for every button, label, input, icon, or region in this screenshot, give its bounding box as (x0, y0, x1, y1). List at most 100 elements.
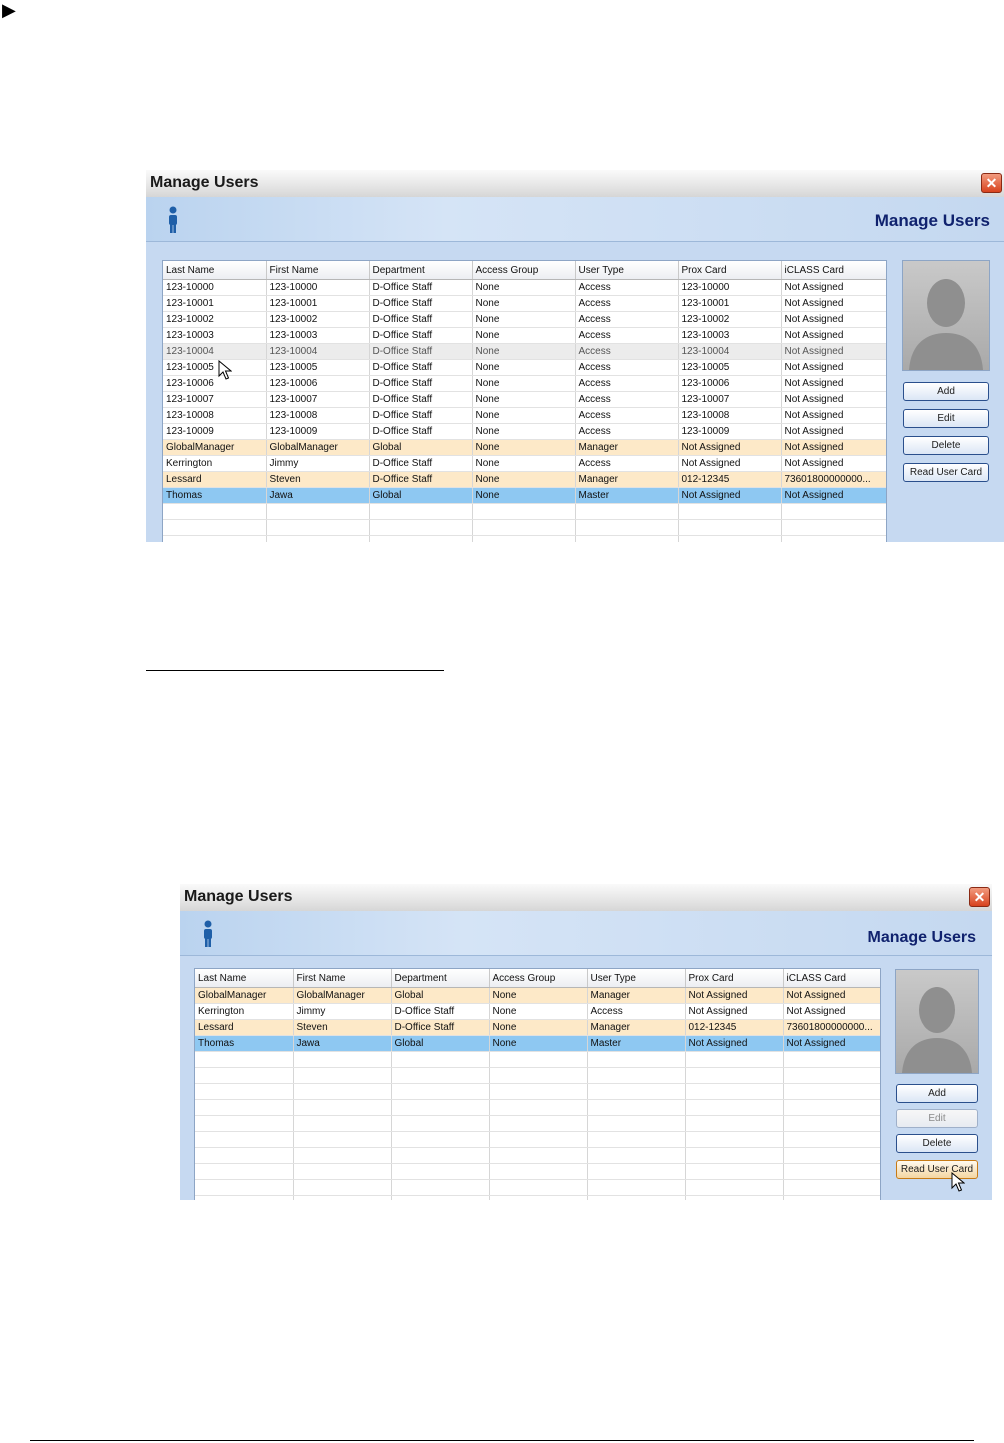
table-cell: 123-10005 (266, 359, 370, 376)
column-header[interactable]: Department (369, 261, 473, 280)
read-user-card-button[interactable]: Read User Card (896, 1160, 978, 1179)
read-user-card-button[interactable]: Read User Card (903, 463, 989, 482)
table-cell: None (472, 439, 576, 456)
table-cell (489, 1083, 588, 1100)
column-header[interactable]: Last Name (195, 969, 294, 988)
table-row[interactable]: 123-10003 123-10003 D-Office Staff None Acce… (163, 327, 886, 344)
users-table[interactable]: Last Name First Name Department Access Grou… (194, 968, 881, 1200)
table-cell: Not Assigned (781, 487, 886, 504)
table-cell (195, 1195, 294, 1200)
table-cell (391, 1163, 490, 1180)
table-row[interactable]: 123-10006 123-10006 D-Office Staff None Acce… (163, 375, 886, 392)
users-table[interactable]: Last Name First Name Department Access Grou… (162, 260, 887, 542)
table-row[interactable]: 123-10004 123-10004 D-Office Staff None Acce… (163, 343, 886, 360)
table-cell (587, 1115, 686, 1132)
table-cell (685, 1099, 784, 1116)
table-row[interactable]: 123-10009 123-10009 D-Office Staff None Acce… (163, 423, 886, 440)
table-row[interactable]: Kerrington Jimmy D-Office Staff None Access N… (195, 1003, 880, 1020)
table-cell: Access (575, 407, 679, 424)
window-title: Manage Users (150, 174, 259, 191)
table-cell: 123-10004 (266, 343, 370, 360)
edit-button[interactable]: Edit (896, 1109, 978, 1128)
table-cell: Access (575, 391, 679, 408)
table-cell (266, 519, 370, 536)
table-row[interactable]: 123-10001 123-10001 D-Office Staff None Acce… (163, 295, 886, 312)
table-cell (293, 1083, 392, 1100)
table-cell: Not Assigned (781, 295, 886, 312)
window-titlebar[interactable]: Manage Users ✕ (146, 170, 1004, 198)
close-button[interactable]: ✕ (981, 173, 1002, 193)
table-cell (163, 519, 267, 536)
table-cell (783, 1179, 880, 1196)
empty-row (195, 1163, 880, 1180)
table-cell: Not Assigned (781, 375, 886, 392)
column-header[interactable]: User Type (575, 261, 679, 280)
table-cell: Lessard (163, 471, 267, 488)
table-cell (293, 1115, 392, 1132)
footer-line (30, 1440, 974, 1441)
table-cell (489, 1067, 588, 1084)
column-header[interactable]: Department (391, 969, 490, 988)
table-cell: None (489, 1003, 588, 1020)
table-cell (783, 1163, 880, 1180)
table-cell (489, 1099, 588, 1116)
add-button[interactable]: Add (903, 382, 989, 401)
table-cell: Steven (293, 1019, 392, 1036)
column-header[interactable]: First Name (266, 261, 370, 280)
column-header[interactable]: Prox Card (678, 261, 782, 280)
delete-button[interactable]: Delete (903, 436, 989, 455)
column-header[interactable]: iCLASS Card (783, 969, 880, 988)
table-cell: 123-10007 (163, 391, 267, 408)
table-cell: GlobalManager (163, 439, 267, 456)
table-cell: 123-10008 (163, 407, 267, 424)
table-cell: 123-10008 (266, 407, 370, 424)
column-header[interactable]: Access Group (472, 261, 576, 280)
table-row[interactable]: 123-10008 123-10008 D-Office Staff None Acce… (163, 407, 886, 424)
table-cell: Not Assigned (678, 455, 782, 472)
table-row[interactable]: GlobalManager GlobalManager Global None Mana… (195, 987, 880, 1004)
table-row[interactable]: 123-10002 123-10002 D-Office Staff None Acce… (163, 311, 886, 328)
table-cell (587, 1195, 686, 1200)
close-button[interactable]: ✕ (969, 887, 990, 907)
table-cell: Not Assigned (783, 1003, 880, 1020)
table-row[interactable]: Lessard Steven D-Office Staff None Manager 01… (163, 471, 886, 488)
delete-button[interactable]: Delete (896, 1134, 978, 1153)
table-row[interactable]: Lessard Steven D-Office Staff None Manager 01… (195, 1019, 880, 1036)
table-cell: D-Office Staff (391, 1019, 490, 1036)
edit-button[interactable]: Edit (903, 409, 989, 428)
table-cell (195, 1083, 294, 1100)
table-row[interactable]: 123-10000 123-10000 D-Office Staff None Acce… (163, 279, 886, 296)
table-row[interactable]: Thomas Jawa Global None Master Not Assigned No… (163, 487, 886, 504)
table-cell: Jawa (293, 1035, 392, 1052)
column-header[interactable]: Access Group (489, 969, 588, 988)
table-row[interactable]: Thomas Jawa Global None Master Not Assigned No… (195, 1035, 880, 1052)
table-cell (489, 1179, 588, 1196)
column-header[interactable]: iCLASS Card (781, 261, 886, 280)
table-cell (391, 1099, 490, 1116)
table-cell (587, 1099, 686, 1116)
table-cell: None (489, 987, 588, 1004)
window-titlebar[interactable]: Manage Users ✕ (180, 884, 992, 912)
table-cell: Not Assigned (781, 311, 886, 328)
silhouette-icon (909, 279, 983, 370)
column-header[interactable]: User Type (587, 969, 686, 988)
table-cell (587, 1179, 686, 1196)
column-header[interactable]: First Name (293, 969, 392, 988)
table-cell (391, 1115, 490, 1132)
window-title: Manage Users (184, 888, 293, 905)
table-cell (489, 1115, 588, 1132)
column-header[interactable]: Last Name (163, 261, 267, 280)
column-header[interactable]: Prox Card (685, 969, 784, 988)
table-row[interactable]: 123-10007 123-10007 D-Office Staff None Acce… (163, 391, 886, 408)
table-cell (685, 1195, 784, 1200)
table-cell: Master (575, 487, 679, 504)
add-button[interactable]: Add (896, 1084, 978, 1103)
table-cell: D-Office Staff (369, 423, 473, 440)
table-cell: Not Assigned (781, 407, 886, 424)
table-cell: None (489, 1019, 588, 1036)
table-cell (163, 535, 267, 542)
table-row[interactable]: 123-10005 123-10005 D-Office Staff None Acce… (163, 359, 886, 376)
close-icon: ✕ (973, 889, 986, 905)
table-row[interactable]: GlobalManager GlobalManager Global None Mana… (163, 439, 886, 456)
table-row[interactable]: Kerrington Jimmy D-Office Staff None Access N… (163, 455, 886, 472)
